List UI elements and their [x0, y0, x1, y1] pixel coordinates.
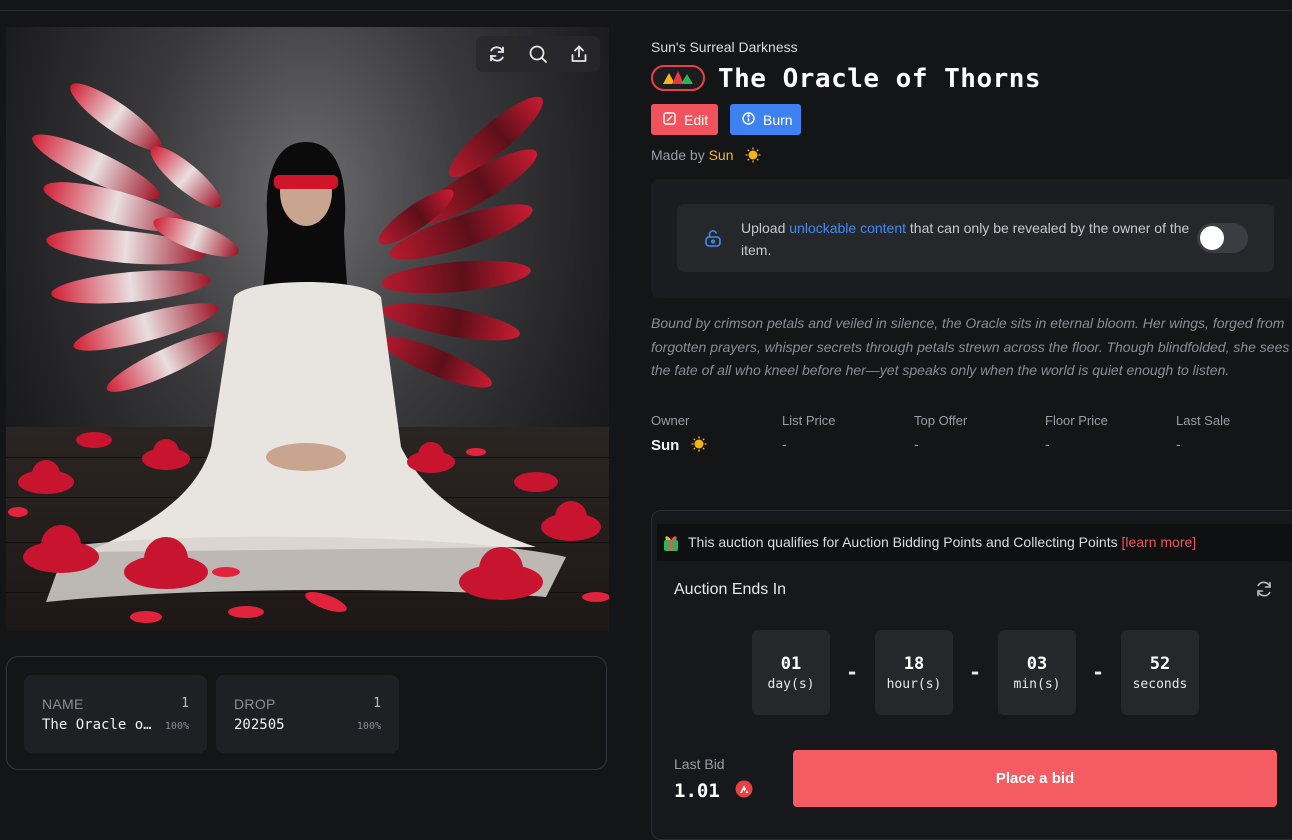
stat-value: -	[1045, 436, 1050, 452]
auction-points-text: This auction qualifies for Auction Biddi…	[688, 534, 1196, 550]
countdown-value: 01	[780, 654, 802, 674]
countdown-unit: seconds	[1132, 677, 1188, 692]
stat-owner: Owner Sun	[651, 413, 707, 456]
burn-label: Burn	[763, 111, 793, 128]
auction-title: Auction Ends In	[674, 581, 787, 598]
stat-label: List Price	[782, 413, 836, 428]
trait-percent: 100%	[356, 721, 381, 732]
unlockable-text-before: Upload	[741, 220, 790, 236]
unlockable-toggle[interactable]	[1197, 223, 1248, 253]
trait-count: 1	[373, 696, 381, 711]
trait-name[interactable]: NAME 1 The Oracle o… 100%	[24, 675, 207, 753]
made-by: Made by Sun	[651, 147, 761, 166]
countdown-unit: hour(s)	[886, 677, 942, 692]
trait-drop[interactable]: DROP 1 202505 100%	[216, 675, 399, 753]
countdown-value: 03	[1026, 654, 1048, 674]
countdown-separator: -	[846, 660, 859, 684]
countdown-unit: day(s)	[767, 677, 815, 692]
stat-floor-price: Floor Price -	[1045, 413, 1108, 452]
toggle-knob	[1200, 226, 1224, 250]
trait-value: The Oracle o…	[42, 717, 152, 733]
place-bid-button[interactable]: Place a bid	[793, 750, 1277, 807]
unlockable-description: Upload unlockable content that can only …	[741, 217, 1191, 261]
unlock-icon	[703, 228, 723, 253]
owner-name[interactable]: Sun	[651, 437, 679, 454]
share-icon[interactable]	[565, 40, 593, 68]
last-bid-value: 1.01	[674, 780, 753, 803]
trait-percent: 100%	[164, 721, 189, 732]
countdown-unit: min(s)	[1013, 677, 1061, 692]
stat-value: -	[782, 436, 787, 452]
chain-badge	[651, 65, 705, 91]
trait-type: NAME	[42, 696, 84, 712]
edit-label: Edit	[684, 111, 709, 128]
stat-label: Top Offer	[914, 413, 968, 428]
avax-icon	[735, 780, 753, 803]
gift-icon	[661, 532, 681, 557]
price-stats: Owner Sun List Price - Top Offer - Floor…	[651, 413, 1291, 461]
traits-card: NAME 1 The Oracle o… 100% DROP 1 202505 …	[6, 656, 607, 770]
countdown-minutes: 03 min(s)	[998, 630, 1076, 715]
creator-link[interactable]: Sun	[709, 147, 734, 163]
stat-label: Owner	[651, 413, 690, 428]
countdown-value: 52	[1149, 654, 1171, 674]
stat-last-sale: Last Sale -	[1176, 413, 1230, 452]
edit-icon	[663, 111, 676, 128]
top-divider	[0, 10, 1292, 11]
stat-value: -	[1176, 436, 1181, 452]
learn-more-link[interactable]: [learn more]	[1121, 534, 1196, 550]
trait-count: 1	[181, 696, 189, 711]
last-bid-amount: 1.01	[674, 780, 720, 802]
stat-label: Last Sale	[1176, 413, 1231, 428]
made-by-prefix: Made by	[651, 147, 705, 164]
refresh-icon[interactable]	[483, 40, 511, 68]
last-bid-label: Last Bid	[674, 756, 725, 772]
unlockable-content-link[interactable]: unlockable content	[789, 220, 906, 236]
countdown-days: 01 day(s)	[752, 630, 830, 715]
edit-button[interactable]: Edit	[651, 104, 718, 135]
nft-description: Bound by crimson petals and veiled in si…	[651, 315, 1290, 378]
refresh-icon[interactable]	[1254, 579, 1274, 604]
stat-value: -	[914, 436, 919, 452]
stat-list-price: List Price -	[782, 413, 835, 452]
burn-button[interactable]: Burn	[730, 104, 801, 135]
trait-type: DROP	[234, 696, 276, 712]
trait-value: 202505	[234, 717, 285, 733]
artwork-toolbar	[476, 36, 600, 72]
countdown-hours: 18 hour(s)	[875, 630, 953, 715]
countdown-seconds: 52 seconds	[1121, 630, 1199, 715]
sun-icon	[745, 147, 761, 166]
countdown-separator: -	[1092, 660, 1105, 684]
nft-artwork[interactable]	[6, 27, 609, 631]
stat-value[interactable]: Sun	[651, 436, 707, 456]
page-title: The Oracle of Thorns	[718, 64, 1042, 94]
countdown-value: 18	[903, 654, 925, 674]
sun-icon	[691, 436, 707, 456]
info-icon	[742, 111, 755, 128]
collection-name[interactable]: Sun's Surreal Darkness	[651, 39, 798, 55]
promo-message: This auction qualifies for Auction Biddi…	[688, 534, 1118, 550]
artwork-lotus-flowers	[8, 432, 609, 623]
zoom-icon[interactable]	[524, 40, 552, 68]
stat-top-offer: Top Offer -	[914, 413, 967, 452]
countdown-separator: -	[969, 660, 982, 684]
stat-label: Floor Price	[1045, 413, 1108, 428]
chain-logo-icon	[663, 71, 693, 84]
